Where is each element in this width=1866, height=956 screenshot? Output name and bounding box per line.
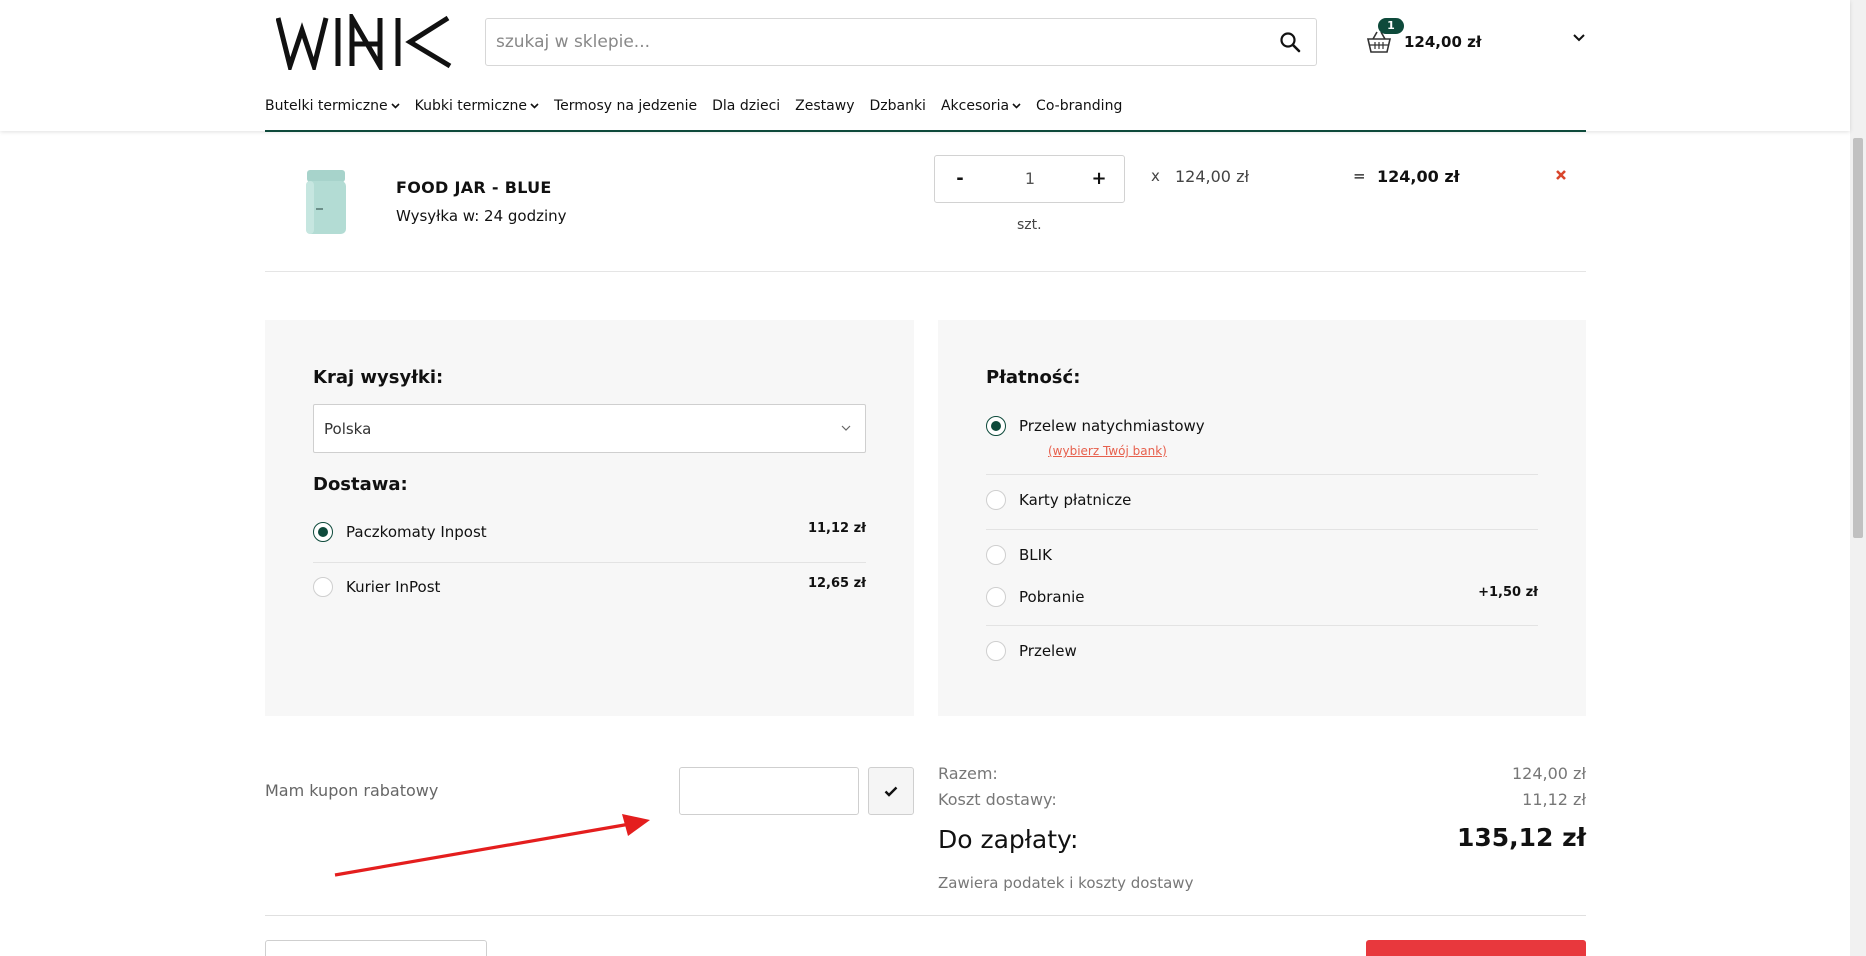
site-header: 1 124,00 zł Butelki termiczne Kubki term… [0,0,1850,131]
nav-item-zestawy[interactable]: Zestawy [795,98,854,114]
radio-button[interactable] [313,577,333,597]
country-title: Kraj wysyłki: [313,367,444,388]
divider [265,271,1586,272]
nav-item-termosy-na-jedzenie[interactable]: Termosy na jedzenie [554,98,697,114]
payment-option-przelew-natychmiastowy[interactable]: Przelew natychmiastowy [986,416,1205,436]
unit-price: 124,00 zł [1175,167,1250,186]
payment-option-label: Karty płatnicze [1019,491,1132,509]
payment-panel: Płatność: Przelew natychmiastowy (wybier… [938,320,1586,716]
header-divider [265,130,1586,132]
scrollbar-thumb[interactable] [1853,138,1863,538]
wink-logo[interactable] [276,14,456,70]
payment-option-label: Przelew natychmiastowy [1019,417,1205,435]
delivery-title: Dostawa: [313,474,408,495]
payment-option-blik[interactable]: BLIK [986,545,1052,565]
delivery-option-paczkomaty[interactable]: Paczkomaty Inpost [313,522,487,542]
chevron-down-icon [1012,103,1021,109]
delivery-option-price: 12,65 zł [807,576,866,591]
continue-shopping-button[interactable] [265,940,487,956]
page-scrollbar[interactable] [1850,0,1866,956]
delivery-option-label: Kurier InPost [346,578,441,596]
shipping-cost-value: 11,12 zł [1522,790,1586,809]
total-due-label: Do zapłaty: [938,825,1079,854]
product-shipping-time: Wysyłka w: 24 godziny [396,207,567,225]
qty-decrease-button[interactable]: - [935,156,985,202]
coupon-input[interactable] [679,767,859,815]
subtotal-value: 124,00 zł [1511,764,1586,783]
qty-increase-button[interactable]: + [1074,156,1124,202]
cart-total: 124,00 zł [1404,33,1482,51]
divider [265,915,1586,916]
payment-option-label: BLIK [1019,546,1052,564]
payment-option-karty[interactable]: Karty płatnicze [986,490,1131,510]
product-name[interactable]: FOOD JAR - BLUE [396,178,552,197]
payment-option-label: Przelew [1019,642,1077,660]
equals-sign: = [1353,167,1366,185]
radio-button[interactable] [986,490,1006,510]
nav-item-kubki-termiczne[interactable]: Kubki termiczne [415,98,539,114]
chevron-down-icon [841,425,851,431]
chevron-down-icon[interactable] [1572,33,1586,43]
divider [986,474,1538,475]
payment-option-label: Pobranie [1019,588,1085,606]
delivery-option-kurier[interactable]: Kurier InPost [313,577,440,597]
coupon-label: Mam kupon rabatowy [265,781,439,800]
chevron-down-icon [391,103,400,109]
apply-coupon-button[interactable] [868,767,914,815]
tax-note: Zawiera podatek i koszty dostawy [938,874,1194,892]
choose-bank-link[interactable]: (wybierz Twój bank) [1048,444,1167,458]
radio-button[interactable] [986,641,1006,661]
qty-unit: szt. [1017,217,1042,233]
checkmark-icon [884,786,898,797]
product-image[interactable] [304,168,348,236]
shipping-cost-label: Koszt dostawy: [938,790,1057,809]
quantity-stepper: - 1 + [934,155,1125,203]
remove-item-icon[interactable] [1554,168,1568,182]
radio-button[interactable] [313,522,333,542]
subtotal-label: Razem: [938,764,998,783]
total-due-value: 135,12 zł [1456,823,1586,852]
checkout-button[interactable] [1366,940,1586,956]
qty-input[interactable]: 1 [995,156,1065,202]
payment-title: Płatność: [986,367,1081,388]
payment-option-price: +1,50 zł [1478,585,1538,600]
search-icon[interactable] [1278,30,1302,54]
main-nav: Butelki termiczne Kubki termiczne Termos… [265,98,1137,114]
annotation-arrow [334,814,650,877]
divider [313,562,866,563]
country-select-value: Polska [324,420,372,438]
search-box [485,18,1317,66]
divider [986,625,1538,626]
nav-item-akcesoria[interactable]: Akcesoria [941,98,1021,114]
nav-item-co-branding[interactable]: Co-branding [1036,98,1122,114]
cart-count-badge: 1 [1378,18,1404,34]
nav-item-dla-dzieci[interactable]: Dla dzieci [712,98,780,114]
divider [986,529,1538,530]
search-input[interactable] [496,19,1256,65]
payment-option-pobranie[interactable]: Pobranie [986,587,1084,607]
radio-button[interactable] [986,416,1006,436]
chevron-down-icon [530,103,539,109]
delivery-option-price: 11,12 zł [807,521,866,536]
shipping-panel: Kraj wysyłki: Polska Dostawa: Paczkomaty… [265,320,914,716]
payment-option-przelew[interactable]: Przelew [986,641,1077,661]
radio-button[interactable] [986,545,1006,565]
line-total: 124,00 zł [1377,167,1460,186]
times-sign: x [1151,167,1160,185]
nav-item-dzbanki[interactable]: Dzbanki [869,98,925,114]
radio-button[interactable] [986,587,1006,607]
nav-item-butelki-termiczne[interactable]: Butelki termiczne [265,98,400,114]
country-select[interactable]: Polska [313,404,866,453]
delivery-option-label: Paczkomaty Inpost [346,523,487,541]
